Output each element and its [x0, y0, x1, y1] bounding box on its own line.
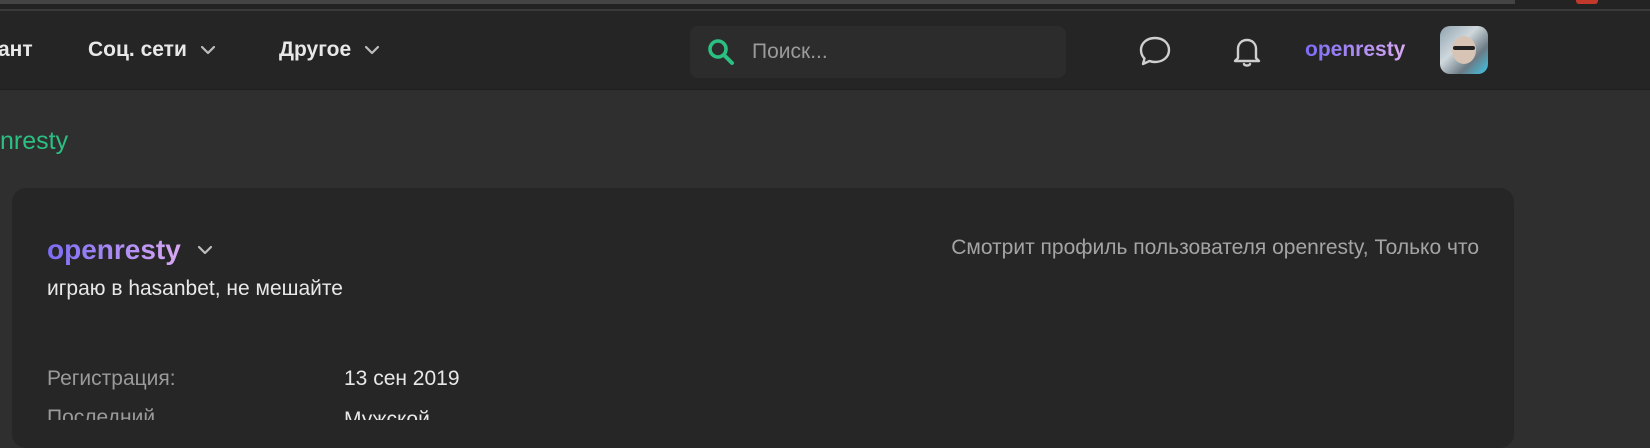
- avatar-glasses: [1453, 46, 1475, 50]
- activity-status: Смотрит профиль пользователя openresty, …: [951, 236, 1479, 259]
- avatar-face: [1452, 36, 1476, 64]
- browser-scroll-strip: [0, 0, 1515, 4]
- nav-item-other[interactable]: Другое: [279, 11, 381, 89]
- profile-username[interactable]: openresty: [47, 234, 215, 266]
- nav-item-label: ант: [0, 38, 33, 61]
- bell-icon[interactable]: [1229, 33, 1265, 69]
- field-value-text: Мужской: [344, 408, 430, 420]
- chevron-down-icon: [365, 45, 380, 55]
- chat-bubble-icon[interactable]: [1137, 33, 1173, 69]
- profile-card: openresty играю в hasanbet, не мешайте С…: [12, 188, 1514, 448]
- top-navbar: ант Соц. сети Другое openresty: [0, 11, 1650, 90]
- field-value-registration: 13 сен 2019: [344, 367, 460, 390]
- breadcrumb[interactable]: nresty: [0, 127, 68, 156]
- nav-item-social[interactable]: Соц. сети: [88, 11, 217, 89]
- field-label-registration: Регистрация:: [47, 367, 176, 390]
- profile-username-label: openresty: [47, 234, 181, 265]
- breadcrumb-label: nresty: [0, 127, 69, 155]
- search-input[interactable]: [750, 39, 1044, 65]
- profile-status: играю в hasanbet, не мешайте: [47, 277, 343, 300]
- avatar[interactable]: [1440, 26, 1488, 74]
- search-icon: [708, 39, 734, 65]
- chevron-down-icon: [200, 45, 215, 55]
- nav-username-label: openresty: [1305, 38, 1406, 61]
- search-box[interactable]: [690, 26, 1066, 78]
- field-label-cut: Последний...: [47, 408, 227, 420]
- nav-item-label: Соц. сети: [88, 38, 187, 61]
- field-label-text: Последний...: [47, 408, 173, 420]
- browser-indicator: [1576, 0, 1598, 4]
- nav-username[interactable]: openresty: [1305, 11, 1405, 89]
- field-value-cut: Мужской: [344, 408, 430, 420]
- chevron-down-icon[interactable]: [195, 240, 215, 260]
- browser-top-strip: [0, 0, 1650, 11]
- nav-item-partial[interactable]: ант: [0, 11, 33, 89]
- nav-item-label: Другое: [279, 38, 352, 61]
